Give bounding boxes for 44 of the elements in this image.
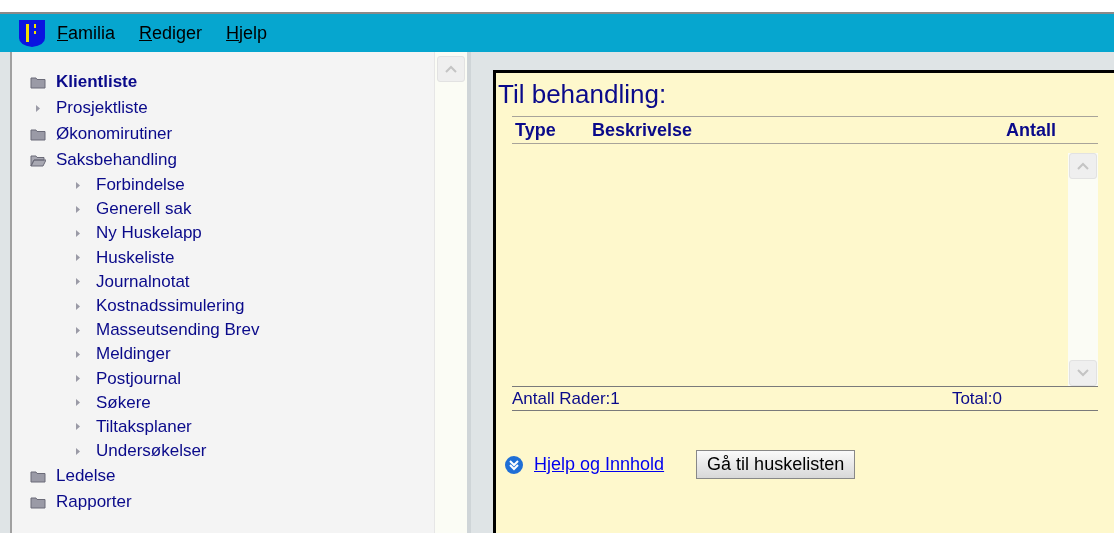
menu-item[interactable]: Rediger bbox=[139, 22, 203, 44]
scroll-up-button[interactable] bbox=[1069, 153, 1097, 179]
tree-item[interactable]: Meldinger bbox=[30, 342, 434, 367]
tree-item[interactable]: Saksbehandling bbox=[30, 147, 434, 173]
panel-title: Til behandling: bbox=[497, 79, 668, 110]
scrollbar[interactable] bbox=[434, 52, 467, 533]
tree-item[interactable]: Undersøkelser bbox=[30, 439, 434, 464]
tree-item[interactable]: Kostnadssimulering bbox=[30, 293, 434, 319]
tree-item[interactable]: Rapporter bbox=[30, 489, 434, 516]
row-count: Antall Rader:1 bbox=[512, 388, 620, 409]
chevron-down-icon bbox=[1076, 369, 1090, 377]
menu-item[interactable]: Familia bbox=[57, 22, 115, 44]
tree-item[interactable]: Tiltaksplaner bbox=[30, 414, 434, 440]
tree-item[interactable]: Ledelse bbox=[30, 463, 434, 490]
column-header: Beskrivelse bbox=[592, 119, 693, 141]
tree-item[interactable]: Ny Huskelapp bbox=[30, 221, 434, 246]
folder-icon bbox=[30, 495, 46, 509]
scrollbar[interactable] bbox=[1068, 153, 1098, 386]
folder-icon bbox=[30, 469, 46, 483]
tree-item[interactable]: Prosjektliste bbox=[30, 95, 434, 121]
folder-icon bbox=[30, 153, 46, 167]
help-link[interactable]: Hjelp og Innhold bbox=[534, 454, 665, 475]
tree-item[interactable]: Masseutsending Brev bbox=[30, 318, 434, 343]
chevron-down-icon bbox=[504, 454, 524, 475]
tree-item[interactable]: Postjournal bbox=[30, 366, 434, 391]
scroll-down-button[interactable] bbox=[1069, 360, 1097, 386]
tree-item[interactable]: Søkere bbox=[30, 390, 434, 415]
chevron-up-icon bbox=[444, 65, 458, 73]
tree-item[interactable]: Klientliste bbox=[30, 69, 434, 95]
folder-icon bbox=[30, 127, 46, 141]
chevron-up-icon bbox=[1076, 162, 1090, 170]
scroll-up-button[interactable] bbox=[437, 56, 465, 82]
menu-item[interactable]: Hjelp bbox=[226, 22, 268, 44]
column-header: Antall bbox=[1006, 119, 1056, 141]
column-header: Type bbox=[515, 119, 557, 141]
tree-item[interactable]: Generell sak bbox=[30, 197, 434, 222]
shield-logo-icon bbox=[17, 18, 47, 48]
tree-item[interactable]: Huskeliste bbox=[30, 245, 434, 270]
total-count: Total:0 bbox=[951, 388, 1002, 409]
tree-item[interactable]: Forbindelse bbox=[30, 173, 434, 198]
folder-icon bbox=[30, 75, 46, 89]
tree-item[interactable]: Økonomirutiner bbox=[30, 121, 434, 147]
go-to-list-button[interactable]: Gå til huskelisten bbox=[696, 450, 856, 479]
tree-item[interactable]: Journalnotat bbox=[30, 269, 434, 294]
